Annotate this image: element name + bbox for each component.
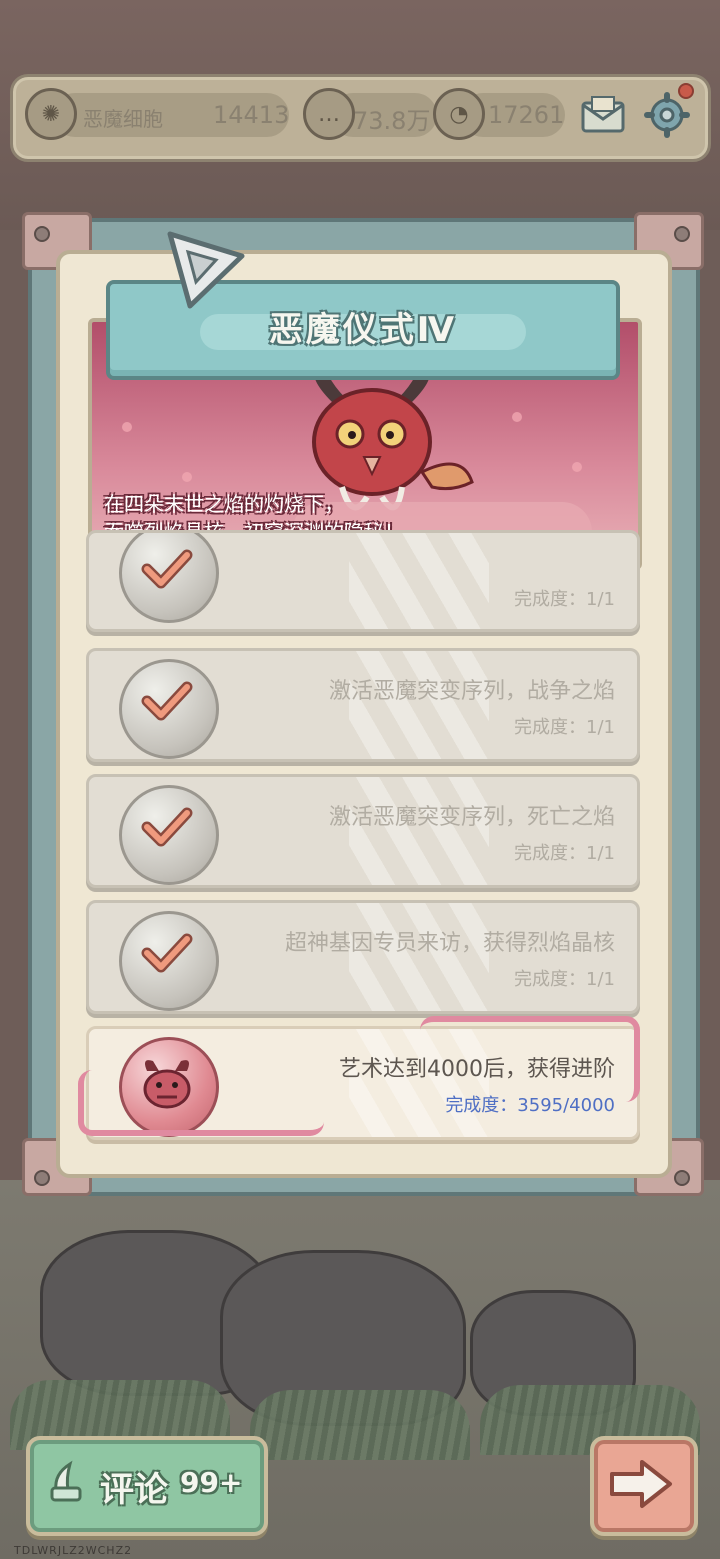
watermark-text: TDLWRJLZ2WCHZ2 xyxy=(14,1544,133,1557)
card-stripe xyxy=(349,651,489,759)
checkmark-icon xyxy=(141,681,193,721)
task-card[interactable]: 超神基因专员来访，获得烈焰晶核 完成度：1/1 xyxy=(86,900,640,1014)
grass xyxy=(250,1390,470,1460)
sparkle xyxy=(122,422,132,432)
checkmark-icon xyxy=(141,933,193,973)
bolt xyxy=(34,226,50,242)
mail-icon xyxy=(581,96,625,133)
bolt xyxy=(34,1170,50,1186)
demon-cell-icon: ✺ xyxy=(25,88,77,140)
resource-label: 恶魔细胞 xyxy=(83,107,163,131)
task-title: 激活恶魔突变序列，战争之焰 xyxy=(328,679,615,704)
task-card[interactable]: 完成度：1/1 xyxy=(86,530,640,632)
task-title: 超神基因专员来访，获得烈焰晶核 xyxy=(284,931,615,956)
task-title: 激活恶魔突变序列，死亡之焰 xyxy=(328,805,615,830)
currency-2-value: 17261 xyxy=(488,101,565,129)
triangle-badge-icon xyxy=(167,231,245,309)
card-stripe xyxy=(349,777,489,885)
gear-icon xyxy=(644,92,690,138)
sparkle xyxy=(512,412,522,422)
checkmark-icon xyxy=(141,807,193,847)
resource-value: 14413 xyxy=(213,101,290,129)
mail-button[interactable] xyxy=(577,89,629,141)
notification-dot xyxy=(678,83,694,99)
bolt xyxy=(674,1170,690,1186)
task-progress: 完成度：1/1 xyxy=(514,969,615,990)
task-card[interactable]: 激活恶魔突变序列，死亡之焰 完成度：1/1 xyxy=(86,774,640,888)
next-button[interactable] xyxy=(590,1436,698,1536)
goo-border xyxy=(78,1070,324,1136)
bolt xyxy=(674,226,690,242)
task-card[interactable]: 激活恶魔突变序列，战争之焰 完成度：1/1 xyxy=(86,648,640,762)
comment-button[interactable]: 评论 99+ xyxy=(26,1436,268,1536)
bubble-icon: ◔ xyxy=(433,88,485,140)
comment-count: 99+ xyxy=(180,1466,243,1499)
sparkle xyxy=(572,462,582,472)
arrow-right-icon xyxy=(610,1460,672,1508)
currency-1-value: 73.8万 xyxy=(353,107,431,135)
sparkle xyxy=(182,472,192,482)
task-progress: 完成度：1/1 xyxy=(514,589,615,610)
quill-ink-icon xyxy=(50,1460,82,1502)
task-progress: 完成度：1/1 xyxy=(514,717,615,738)
card-stripe xyxy=(349,533,489,629)
comment-label: 评论 xyxy=(100,1470,168,1510)
bubble-icon: … xyxy=(303,88,355,140)
goo-border xyxy=(420,1016,640,1102)
card-stripe xyxy=(349,903,489,1011)
checkmark-icon xyxy=(141,549,193,589)
task-progress: 完成度：1/1 xyxy=(514,843,615,864)
description-line-1: 在四朵末世之焰的灼烧下， xyxy=(104,492,344,516)
resource-bar: ✺ 恶魔细胞 14413 … 73.8万 ◔ 17261 xyxy=(10,74,711,162)
